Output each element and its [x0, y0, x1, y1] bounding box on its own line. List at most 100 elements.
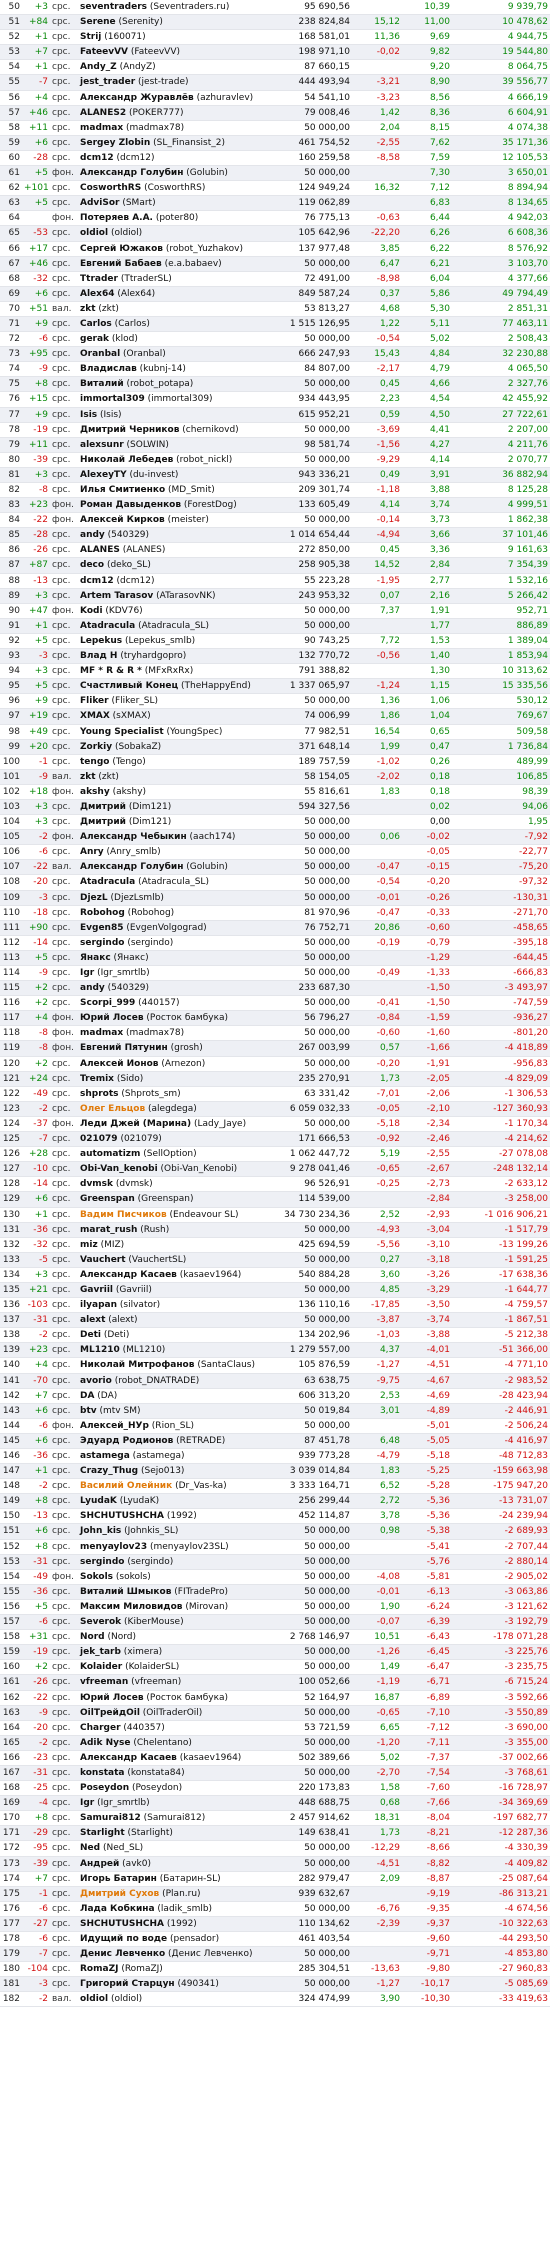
participant-name-link[interactable]: Сергей Южаков	[80, 244, 163, 254]
participant-name-link[interactable]: Gavriil	[80, 1285, 113, 1295]
participant-name-link[interactable]: Starlight	[80, 1828, 125, 1838]
participant-name-link[interactable]: Igr	[80, 968, 94, 978]
participant-name-link[interactable]: Sokols	[80, 1572, 113, 1582]
participant-name-link[interactable]: Charger	[80, 1723, 121, 1733]
participant-name-link[interactable]: Александр Чебыкин	[80, 832, 187, 842]
participant-name-link[interactable]: Лада Кобкина	[80, 1904, 155, 1914]
participant-name-link[interactable]: Poseydon	[80, 1783, 129, 1793]
participant-name-link[interactable]: konstata	[80, 1768, 124, 1778]
participant-name-link[interactable]: Счастливый Конец	[80, 681, 178, 691]
participant-name-link[interactable]: Severok	[80, 1617, 121, 1627]
participant-name-link[interactable]: ML1210	[80, 1345, 120, 1355]
participant-name-link[interactable]: Алексей_НУр	[80, 1421, 149, 1431]
participant-name-link[interactable]: menyaylov23	[80, 1542, 147, 1552]
participant-name-link[interactable]: Nord	[80, 1632, 105, 1642]
participant-name-link[interactable]: SHCHUTUSHCHA	[80, 1511, 164, 1521]
participant-name-link[interactable]: Николай Лебедев	[80, 455, 173, 465]
participant-name-link[interactable]: Виталий Шмыков	[80, 1587, 171, 1597]
participant-name-link[interactable]: Янакс	[80, 953, 111, 963]
participant-name-link[interactable]: ilyapan	[80, 1300, 117, 1310]
participant-name-link[interactable]: andy	[80, 983, 105, 993]
participant-name-link[interactable]: Atadracula	[80, 877, 135, 887]
participant-name-link[interactable]: oldiol	[80, 1994, 108, 2004]
participant-name-link[interactable]: Lepekus	[80, 636, 122, 646]
participant-name-link[interactable]: Алексей Ионов	[80, 1059, 158, 1069]
participant-name-link[interactable]: Adik Nyse	[80, 1738, 130, 1748]
participant-name-link[interactable]: dvmsk	[80, 1179, 113, 1189]
participant-name-link[interactable]: Artem Tarasov	[80, 591, 153, 601]
participant-name-link[interactable]: Andy_Z	[80, 62, 117, 72]
participant-name-link[interactable]: Oranbal	[80, 349, 120, 359]
participant-name-link[interactable]: Влад Н	[80, 651, 117, 661]
participant-name-link[interactable]: Isis	[80, 410, 97, 420]
participant-name-link[interactable]: vfreeman	[80, 1677, 128, 1687]
participant-name-link[interactable]: Денис Левченко	[80, 1949, 165, 1959]
participant-name-link[interactable]: sergindo	[80, 1557, 124, 1567]
participant-name-link[interactable]: Deti	[80, 1330, 101, 1340]
participant-name-link[interactable]: automatizm	[80, 1149, 140, 1159]
participant-name-link[interactable]: AlexeyTY	[80, 470, 127, 480]
participant-name-link[interactable]: Илья Смитиенко	[80, 485, 165, 495]
participant-name-link[interactable]: DA	[80, 1391, 94, 1401]
participant-name-link[interactable]: Александр Журавлёв	[80, 93, 194, 103]
participant-name-link[interactable]: gerak	[80, 334, 109, 344]
participant-name-link[interactable]: alexsunr	[80, 440, 124, 450]
participant-name-link[interactable]: RomaZJ	[80, 1964, 118, 1974]
participant-name-link[interactable]: andy	[80, 530, 105, 540]
participant-name-link[interactable]: XMAX	[80, 711, 110, 721]
participant-name-link[interactable]: Sergey Zlobin	[80, 138, 150, 148]
participant-name-link[interactable]: Дмитрий Сухов	[80, 1889, 159, 1899]
participant-name-link[interactable]: madmax	[80, 123, 123, 133]
participant-name-link[interactable]: Samurai812	[80, 1813, 141, 1823]
participant-name-link[interactable]: Роман Давыденков	[80, 500, 181, 510]
participant-name-link[interactable]: CosworthRS	[80, 183, 141, 193]
participant-name-link[interactable]: Strij	[80, 32, 101, 42]
participant-name-link[interactable]: akshy	[80, 787, 110, 797]
participant-name-link[interactable]: ALANES	[80, 545, 120, 555]
participant-name-link[interactable]: Александр Касаев	[80, 1753, 177, 1763]
participant-name-link[interactable]: Владислав	[80, 364, 137, 374]
participant-name-link[interactable]: Crazy_Thug	[80, 1466, 138, 1476]
participant-name-link[interactable]: Александр Касаев	[80, 1270, 177, 1280]
participant-name-link[interactable]: sergindo	[80, 938, 124, 948]
participant-name-link[interactable]: Василий Олейник	[80, 1481, 172, 1491]
participant-name-link[interactable]: Идущий по воде	[80, 1934, 167, 1944]
participant-name-link[interactable]: dcm12	[80, 576, 114, 586]
participant-name-link[interactable]: Scorpi_999	[80, 998, 135, 1008]
participant-name-link[interactable]: Дмитрий	[80, 802, 126, 812]
participant-name-link[interactable]: dcm12	[80, 153, 114, 163]
participant-name-link[interactable]: Atadracula	[80, 621, 135, 631]
participant-name-link[interactable]: DjezL	[80, 893, 108, 903]
participant-name-link[interactable]: Виталий	[80, 379, 124, 389]
participant-name-link[interactable]: Николай Митрофанов	[80, 1360, 194, 1370]
participant-name-link[interactable]: oldiol	[80, 228, 108, 238]
participant-name-link[interactable]: Greenspan	[80, 1194, 135, 1204]
participant-name-link[interactable]: Obi-Van_kenobi	[80, 1164, 158, 1174]
participant-name-link[interactable]: 021079	[80, 1134, 118, 1144]
participant-name-link[interactable]: Андрей	[80, 1859, 119, 1869]
participant-name-link[interactable]: Олег Ельцов	[80, 1104, 145, 1114]
participant-name-link[interactable]: Александр Голубин	[80, 168, 183, 178]
participant-name-link[interactable]: Alex64	[80, 289, 114, 299]
participant-name-link[interactable]: marat_rush	[80, 1225, 137, 1235]
participant-name-link[interactable]: zkt	[80, 772, 96, 782]
participant-name-link[interactable]: tengo	[80, 757, 109, 767]
participant-name-link[interactable]: Ttrader	[80, 274, 118, 284]
participant-name-link[interactable]: Evgen85	[80, 923, 124, 933]
participant-name-link[interactable]: Вадим Писчиков	[80, 1210, 167, 1220]
participant-name-link[interactable]: zkt	[80, 304, 96, 314]
participant-name-link[interactable]: Igr	[80, 1798, 94, 1808]
participant-name-link[interactable]: John_kis	[80, 1526, 121, 1536]
participant-name-link[interactable]: madmax	[80, 1028, 123, 1038]
participant-name-link[interactable]: Fliker	[80, 696, 109, 706]
participant-name-link[interactable]: Евгений Бабаев	[80, 259, 162, 269]
participant-name-link[interactable]: Потеряев А.А.	[80, 213, 153, 223]
participant-name-link[interactable]: Юрий Лосев	[80, 1693, 144, 1703]
participant-name-link[interactable]: Алексей Кирков	[80, 515, 165, 525]
participant-name-link[interactable]: Эдуард Родионов	[80, 1436, 173, 1446]
participant-name-link[interactable]: Zorkiy	[80, 742, 112, 752]
participant-name-link[interactable]: ALANES2	[80, 108, 126, 118]
participant-name-link[interactable]: Robohog	[80, 908, 125, 918]
participant-name-link[interactable]: Vauchert	[80, 1255, 126, 1265]
participant-name-link[interactable]: SHCHUTUSHCHA	[80, 1919, 164, 1929]
